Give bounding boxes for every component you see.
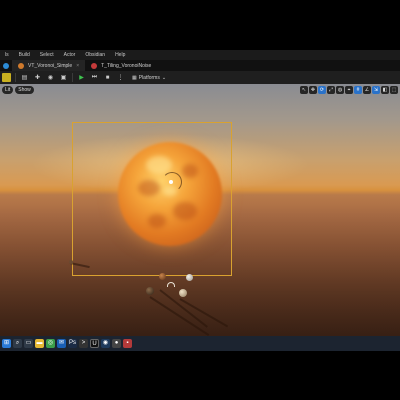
search-icon[interactable]: ⌕ xyxy=(13,339,22,348)
menu-item-tools[interactable]: ls xyxy=(0,50,14,60)
play-options-icon[interactable]: ⋮ xyxy=(116,73,125,82)
add-content-icon[interactable]: ✚ xyxy=(33,73,42,82)
stop-icon[interactable]: ■ xyxy=(103,73,112,82)
material-preview-sphere[interactable] xyxy=(167,282,175,287)
chrome-icon[interactable]: ◎ xyxy=(46,339,55,348)
level-viewport[interactable]: Lit Show ↖ ✥ ⟳ ⤢ ◍ ⌖ # ∠ ⇲ ◧ ⬚ xyxy=(0,84,400,336)
level-icon xyxy=(3,62,9,69)
explorer-icon[interactable]: ▬ xyxy=(35,339,44,348)
surface-highlight xyxy=(146,156,172,174)
unreal-icon[interactable]: U xyxy=(90,339,99,348)
main-toolbar: ▤ ✚ ◉ ▣ ▶ ⏭ ■ ⋮ ▦ Platforms ⌄ xyxy=(0,71,400,84)
surface-spot xyxy=(148,214,166,228)
platforms-icon: ▦ xyxy=(132,74,137,81)
steam-icon[interactable]: ◉ xyxy=(101,339,110,348)
camera-speed-icon[interactable]: ◧ xyxy=(381,86,389,94)
save-icon[interactable] xyxy=(2,73,11,82)
material-preview-sphere[interactable] xyxy=(146,287,154,295)
photoshop-icon[interactable]: Ps xyxy=(68,339,77,348)
select-mode-icon[interactable]: ↖ xyxy=(300,86,308,94)
scale-snap-icon[interactable]: ⇲ xyxy=(372,86,380,94)
menu-item-obsidian[interactable]: Obsidian xyxy=(80,50,110,60)
world-icon[interactable]: ◍ xyxy=(336,86,344,94)
toolbar-divider xyxy=(72,73,73,82)
translate-icon[interactable]: ✥ xyxy=(309,86,317,94)
mode-select-icon[interactable]: ▤ xyxy=(20,73,29,82)
bottom-letterbox xyxy=(0,350,400,400)
document-tab-bar: VT_Voronoi_Simple × T_Tiling_VoronoiNois… xyxy=(0,60,400,71)
viewport-options-right: ↖ ✥ ⟳ ⤢ ◍ ⌖ # ∠ ⇲ ◧ ⬚ xyxy=(300,86,398,94)
sun-sphere-mesh[interactable] xyxy=(118,142,222,246)
rotate-icon[interactable]: ⟳ xyxy=(318,86,326,94)
material-preview-sphere[interactable] xyxy=(186,274,193,281)
windows-start-icon[interactable]: ⊞ xyxy=(2,339,11,348)
chevron-down-icon: ⌄ xyxy=(161,74,167,81)
scale-icon[interactable]: ⤢ xyxy=(327,86,335,94)
material-preview-sphere[interactable] xyxy=(179,289,187,297)
obs-icon[interactable]: ● xyxy=(112,339,121,348)
play-icon[interactable]: ▶ xyxy=(77,73,86,82)
close-icon[interactable]: × xyxy=(76,63,79,69)
toolbar-divider xyxy=(15,73,16,82)
viewport-options-left: Lit Show xyxy=(2,86,34,94)
top-letterbox xyxy=(0,0,400,50)
tab-label: VT_Voronoi_Simple xyxy=(28,62,73,69)
pivot-point[interactable] xyxy=(169,180,173,184)
texture-icon xyxy=(91,62,98,69)
menu-item-help[interactable]: Help xyxy=(110,50,130,60)
app-icon[interactable]: ▪ xyxy=(123,339,132,348)
windows-taskbar: ⊞ ⌕ ▭ ▬ ◎ ✉ Ps > U ◉ ● ▪ xyxy=(0,336,400,351)
cinematics-icon[interactable]: ▣ xyxy=(59,73,68,82)
task-view-icon[interactable]: ▭ xyxy=(24,339,33,348)
material-preview-sphere[interactable] xyxy=(159,273,166,280)
show-flags-button[interactable]: Show xyxy=(15,86,34,94)
surface-spot xyxy=(138,180,160,196)
menu-item-select[interactable]: Select xyxy=(35,50,59,60)
angle-icon[interactable]: ∠ xyxy=(363,86,371,94)
view-mode-button[interactable]: Lit xyxy=(2,86,14,94)
surface-spot xyxy=(182,164,198,178)
material-icon xyxy=(18,62,24,69)
snap-icon[interactable]: ⌖ xyxy=(345,86,353,94)
tab-level[interactable] xyxy=(0,60,12,71)
skip-icon[interactable]: ⏭ xyxy=(90,73,99,82)
material-preview-sphere[interactable] xyxy=(69,260,73,264)
mail-icon[interactable]: ✉ xyxy=(57,339,66,348)
terminal-icon[interactable]: > xyxy=(79,339,88,348)
menu-item-actor[interactable]: Actor xyxy=(59,50,81,60)
platforms-dropdown[interactable]: ▦ Platforms ⌄ xyxy=(129,74,169,82)
grid-icon[interactable]: # xyxy=(354,86,362,94)
tab-vt-voronoi-simple[interactable]: VT_Voronoi_Simple × xyxy=(12,60,86,71)
tab-label: T_Tiling_VoronoiNoise xyxy=(101,62,152,69)
blueprint-icon[interactable]: ◉ xyxy=(46,73,55,82)
surface-spot xyxy=(173,202,197,220)
platforms-label: Platforms xyxy=(138,74,160,81)
menu-item-build[interactable]: Build xyxy=(14,50,35,60)
tab-t-tiling-voronoi-noise[interactable]: T_Tiling_VoronoiNoise xyxy=(85,60,157,71)
maximize-icon[interactable]: ⬚ xyxy=(390,86,398,94)
menu-bar: ls Build Select Actor Obsidian Help xyxy=(0,50,400,60)
unreal-editor-window: ls Build Select Actor Obsidian Help VT_V… xyxy=(0,50,400,350)
